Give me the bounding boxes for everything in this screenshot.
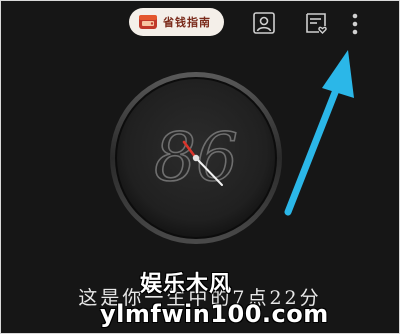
person-icon[interactable] (252, 11, 276, 35)
more-vertical-icon[interactable] (348, 12, 362, 38)
watermark-site-name: 娱乐木风 (140, 272, 233, 297)
note-heart-icon[interactable] (304, 11, 328, 35)
wallet-book-icon (139, 15, 157, 29)
saver-guide-label: 省钱指南 (163, 16, 211, 29)
watermark-url: ylmfwin100.com (100, 300, 329, 328)
app-screen: 省钱指南 86 这是你一生中的7点22分 娱乐木风 ylmfwin100.com (0, 0, 400, 334)
pointer-arrow (284, 50, 354, 216)
clock-center-pin (192, 154, 200, 162)
clock: 86 (110, 72, 282, 244)
saver-guide-button[interactable]: 省钱指南 (129, 8, 224, 36)
